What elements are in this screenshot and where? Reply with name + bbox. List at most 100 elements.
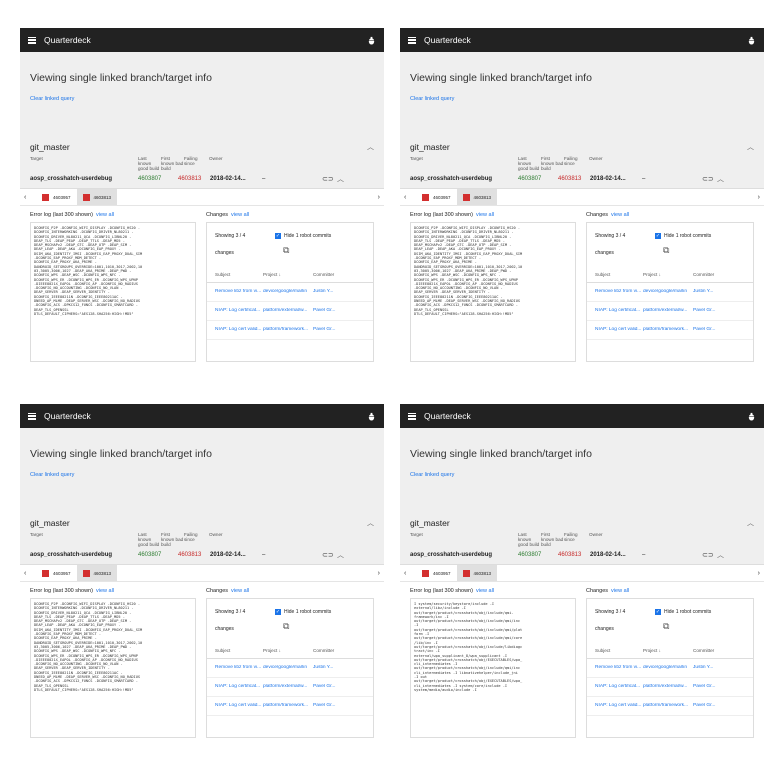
change-project[interactable]: platform/framework... <box>643 703 693 715</box>
chevron-right-icon[interactable]: › <box>368 570 380 577</box>
branch-header[interactable]: git_master ︿ <box>400 116 764 152</box>
chevron-left-icon[interactable]: ‹ <box>404 194 416 201</box>
collapse-icon[interactable]: ︿ <box>332 174 344 184</box>
col-subject[interactable]: Subject <box>595 648 643 658</box>
col-project[interactable]: Project ↓ <box>263 648 313 658</box>
change-committer[interactable]: Justin Y... <box>693 289 733 301</box>
menu-icon[interactable] <box>408 412 416 420</box>
change-project[interactable]: device/google/marlin <box>263 665 313 677</box>
bug-icon[interactable] <box>747 36 756 45</box>
branch-header[interactable]: git_master ︿ <box>20 492 384 528</box>
chevron-right-icon[interactable]: › <box>368 194 380 201</box>
change-subject[interactable]: NIAP: Log certificat... <box>595 308 643 320</box>
col-project[interactable]: Project ↓ <box>643 648 693 658</box>
change-committer[interactable]: Pavel Gr... <box>313 684 353 696</box>
error-log-view-all-link[interactable]: view all <box>96 212 114 218</box>
change-row[interactable]: NIAP: Log cert valid... platform/framewor… <box>207 697 373 716</box>
change-row[interactable]: NIAP: Log certificat... platform/external… <box>587 678 753 697</box>
menu-icon[interactable] <box>28 412 36 420</box>
clear-linked-query-link[interactable]: Clear linked query <box>400 84 764 102</box>
change-subject[interactable]: Remove libz from vi... <box>595 289 643 301</box>
change-committer[interactable]: Justin Y... <box>313 665 353 677</box>
change-project[interactable]: platform/external/w... <box>263 684 313 696</box>
hide-robot-checkbox[interactable]: ✓ Hide 1 robot commits <box>275 233 331 239</box>
change-row[interactable]: NIAP: Log certificat... platform/external… <box>207 302 373 321</box>
chevron-up-icon[interactable]: ︿ <box>367 142 374 152</box>
target-row[interactable]: aosp_crosshatch-userdebug 4603807 460381… <box>400 546 764 565</box>
change-committer[interactable]: Pavel Gr... <box>693 684 733 696</box>
change-committer[interactable]: Pavel Gr... <box>693 308 733 320</box>
change-project[interactable]: device/google/marlin <box>643 665 693 677</box>
collapse-icon[interactable]: ︿ <box>712 550 724 560</box>
first-bad-build[interactable]: 4603813 <box>558 176 590 182</box>
change-committer[interactable]: Pavel Gr... <box>693 703 733 715</box>
last-good-build[interactable]: 4603807 <box>518 552 558 558</box>
change-subject[interactable]: NIAP: Log cert valid... <box>215 703 263 715</box>
change-subject[interactable]: NIAP: Log certificat... <box>595 684 643 696</box>
change-project[interactable]: platform/framework... <box>643 327 693 339</box>
chevron-up-icon[interactable]: ︿ <box>747 142 754 152</box>
change-subject[interactable]: Remove libz from vi... <box>595 665 643 677</box>
tab-build-1[interactable]: 4603957 <box>36 189 77 205</box>
error-log[interactable]: DCONFIG_P2P -DCONFIG_WIFI_DISPLAY -DCONF… <box>30 222 197 362</box>
change-project[interactable]: device/google/marlin <box>643 289 693 301</box>
change-project[interactable]: platform/framework... <box>263 327 313 339</box>
change-row[interactable]: NIAP: Log certificat... platform/external… <box>207 678 373 697</box>
first-bad-build[interactable]: 4603813 <box>178 176 210 182</box>
branch-header[interactable]: git_master ︿ <box>20 116 384 152</box>
tab-build-1[interactable]: 4603957 <box>36 565 77 581</box>
tab-build-1[interactable]: 4603957 <box>416 189 457 205</box>
hide-robot-checkbox[interactable]: ✓ Hide 1 robot commits <box>655 609 711 615</box>
link-icon[interactable]: ⊂⊃ <box>322 551 334 559</box>
change-committer[interactable]: Pavel Gr... <box>693 327 733 339</box>
collapse-icon[interactable]: ︿ <box>332 550 344 560</box>
collapse-icon[interactable]: ︿ <box>712 174 724 184</box>
change-row[interactable]: Remove libz from vi... device/google/marl… <box>207 659 373 678</box>
tab-build-2[interactable]: 4603813 <box>456 565 498 581</box>
tab-build-1[interactable]: 4603957 <box>416 565 457 581</box>
clear-linked-query-link[interactable]: Clear linked query <box>400 460 764 478</box>
col-subject[interactable]: Subject <box>595 272 643 282</box>
change-subject[interactable]: Remove libz from vi... <box>215 289 263 301</box>
change-subject[interactable]: NIAP: Log certificat... <box>215 308 263 320</box>
link-icon[interactable]: ⊂⊃ <box>702 551 714 559</box>
tab-build-2[interactable]: 4603813 <box>76 189 118 205</box>
change-committer[interactable]: Pavel Gr... <box>313 703 353 715</box>
change-subject[interactable]: NIAP: Log cert valid... <box>595 327 643 339</box>
chevron-left-icon[interactable]: ‹ <box>24 194 36 201</box>
col-subject[interactable]: Subject <box>215 272 263 282</box>
link-icon[interactable]: ⊂⊃ <box>322 175 334 183</box>
change-subject[interactable]: NIAP: Log certificat... <box>215 684 263 696</box>
chevron-right-icon[interactable]: › <box>748 570 760 577</box>
change-row[interactable]: NIAP: Log cert valid... platform/framewor… <box>587 697 753 716</box>
branch-header[interactable]: git_master ︿ <box>400 492 764 528</box>
first-bad-build[interactable]: 4603813 <box>178 552 210 558</box>
change-row[interactable]: Remove libz from vi... device/google/marl… <box>207 283 373 302</box>
bug-icon[interactable] <box>747 412 756 421</box>
chevron-up-icon[interactable]: ︿ <box>747 518 754 528</box>
link-icon[interactable]: ⊂⊃ <box>702 175 714 183</box>
error-log[interactable]: DCONFIG_P2P -DCONFIG_WIFI_DISPLAY -DCONF… <box>410 222 577 362</box>
col-project[interactable]: Project ↓ <box>643 272 693 282</box>
change-project[interactable]: platform/framework... <box>263 703 313 715</box>
change-subject[interactable]: NIAP: Log cert valid... <box>215 327 263 339</box>
error-log[interactable]: I system/security/keystore/include -I ext… <box>410 598 577 738</box>
chevron-up-icon[interactable]: ︿ <box>367 518 374 528</box>
change-subject[interactable]: Remove libz from vi... <box>215 665 263 677</box>
change-committer[interactable]: Pavel Gr... <box>313 308 353 320</box>
first-bad-build[interactable]: 4603813 <box>558 552 590 558</box>
change-row[interactable]: Remove libz from vi... device/google/marl… <box>587 659 753 678</box>
change-row[interactable]: NIAP: Log certificat... platform/external… <box>587 302 753 321</box>
clear-linked-query-link[interactable]: Clear linked query <box>20 84 384 102</box>
last-good-build[interactable]: 4603807 <box>138 552 178 558</box>
clear-linked-query-link[interactable]: Clear linked query <box>20 460 384 478</box>
tab-build-2[interactable]: 4603813 <box>456 189 498 205</box>
hide-robot-checkbox[interactable]: ✓ Hide 1 robot commits <box>275 609 331 615</box>
changes-view-all-link[interactable]: view all <box>231 588 249 594</box>
change-project[interactable]: platform/external/w... <box>643 308 693 320</box>
changes-view-all-link[interactable]: view all <box>231 212 249 218</box>
col-project[interactable]: Project ↓ <box>263 272 313 282</box>
change-committer[interactable]: Justin Y... <box>313 289 353 301</box>
change-row[interactable]: Remove libz from vi... device/google/marl… <box>587 283 753 302</box>
tab-build-2[interactable]: 4603813 <box>76 565 118 581</box>
